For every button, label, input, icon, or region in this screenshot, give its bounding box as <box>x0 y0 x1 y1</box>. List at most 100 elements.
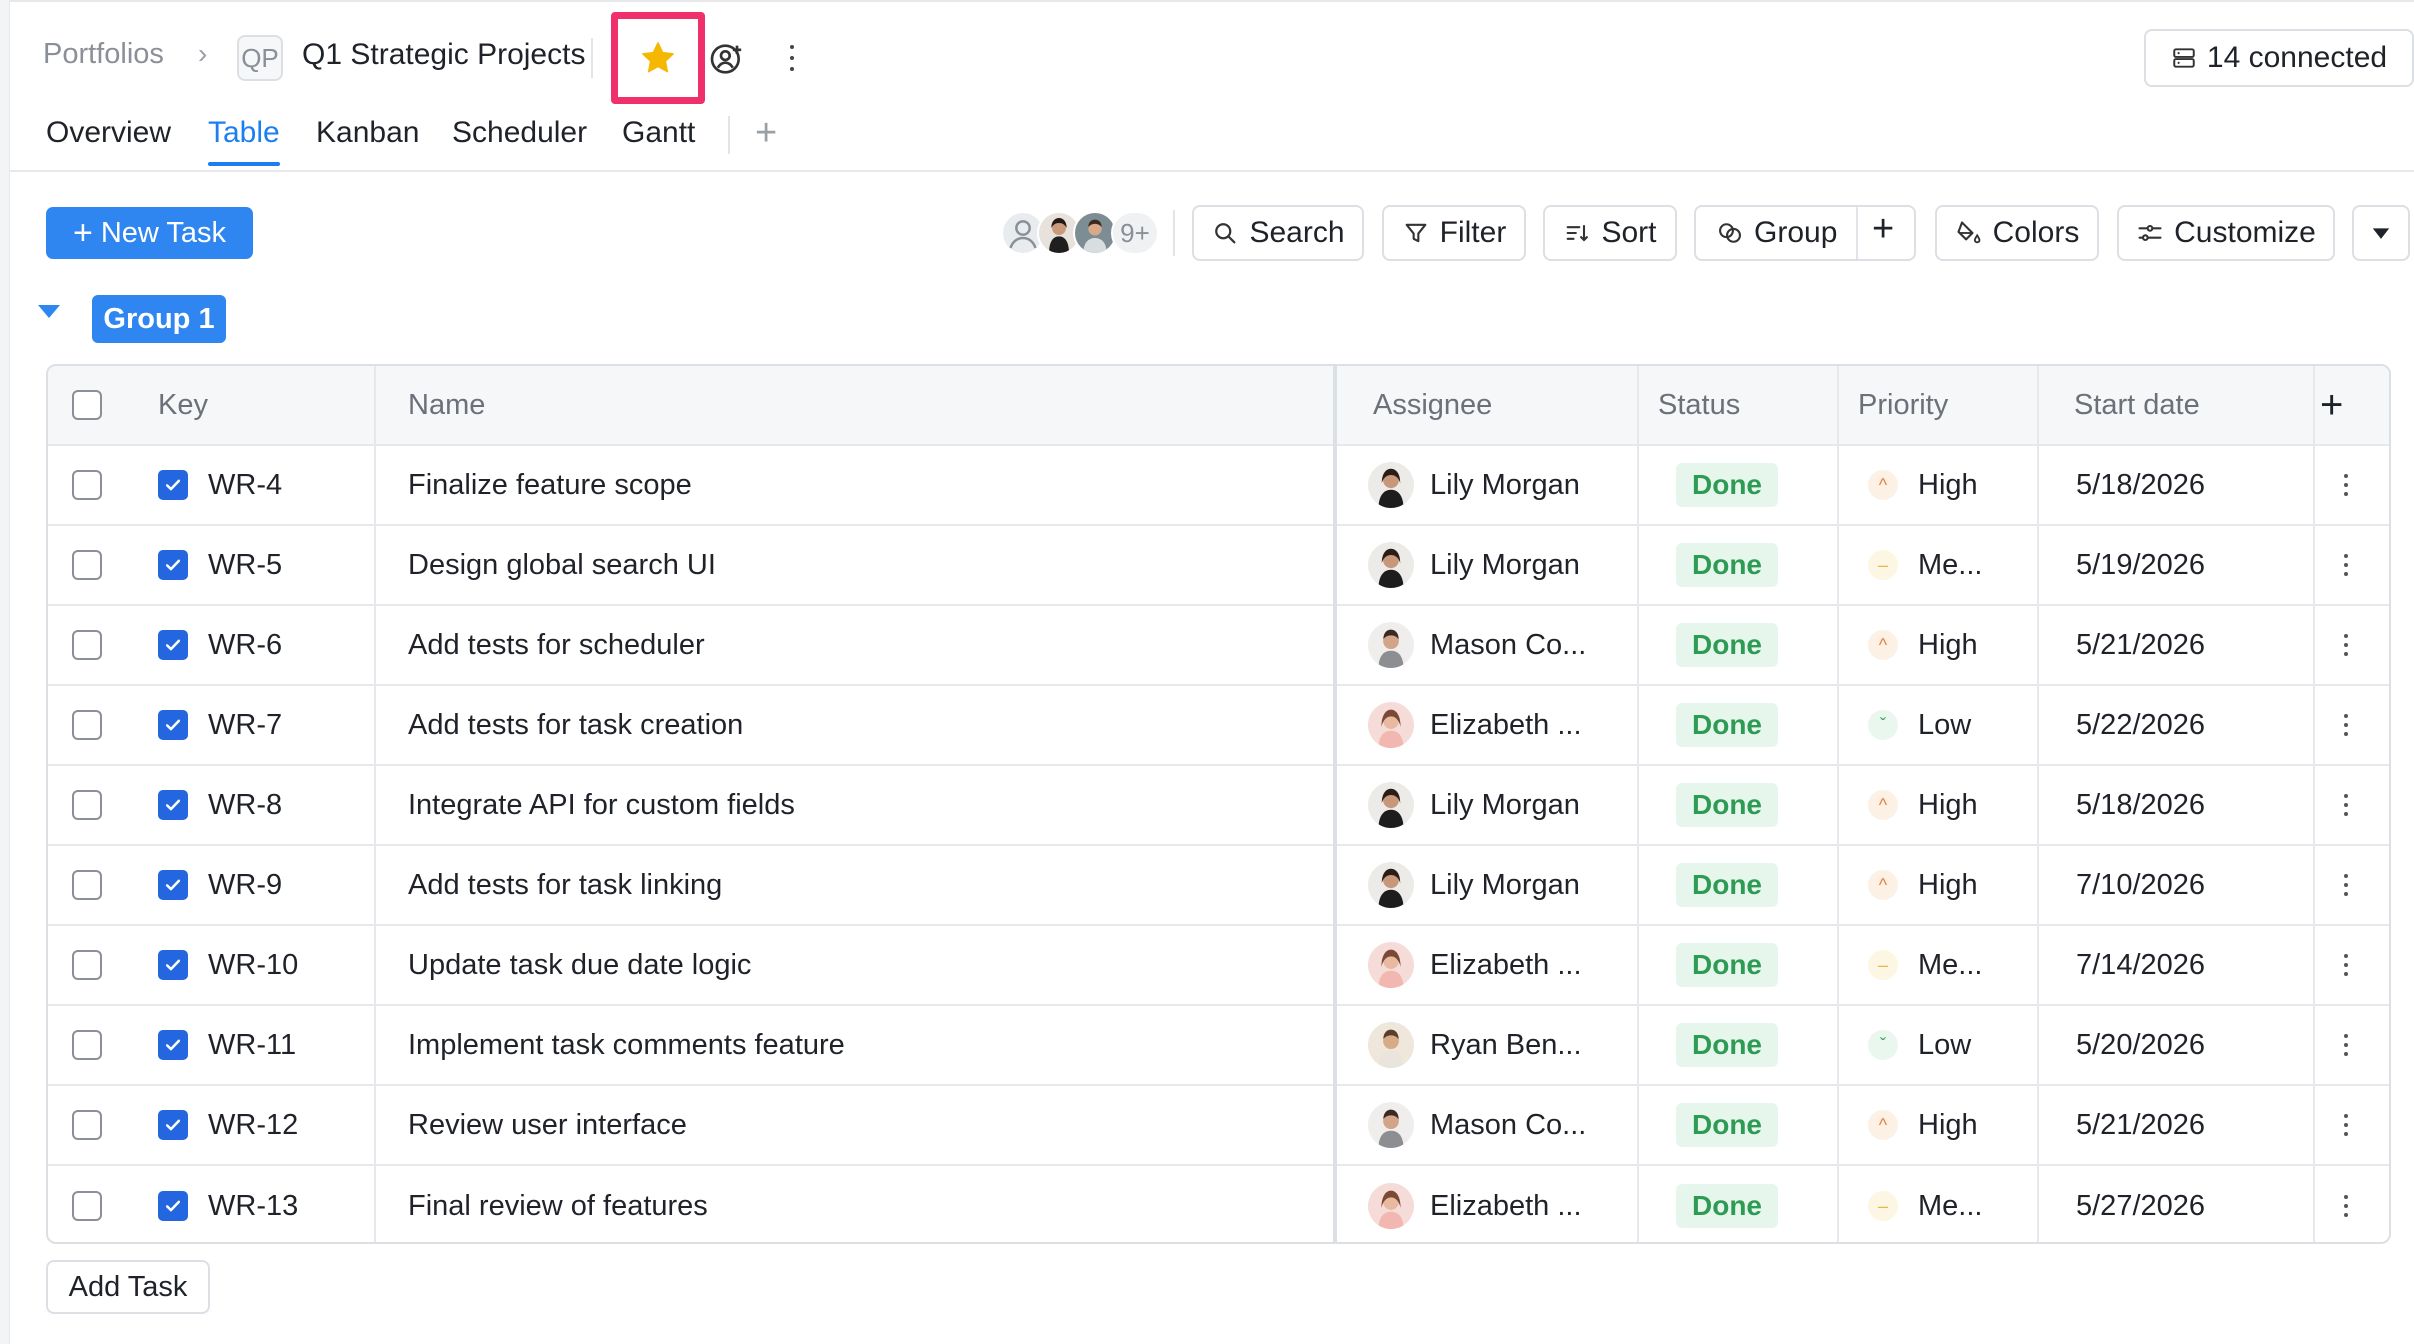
status-cell[interactable]: Done <box>1676 606 1778 684</box>
table-row[interactable]: WR-4 Finalize feature scope Lily Morgan … <box>48 446 2389 526</box>
column-header-start-date[interactable]: Start date <box>2074 366 2200 444</box>
filter-button[interactable]: Filter <box>1382 205 1526 261</box>
row-more-icon[interactable] <box>2334 470 2358 500</box>
assignee-cell[interactable]: Elizabeth ... <box>1368 1166 1582 1242</box>
task-key[interactable]: WR-13 <box>208 1190 298 1223</box>
row-checkbox[interactable] <box>72 1191 102 1221</box>
task-key[interactable]: WR-10 <box>208 949 298 982</box>
status-cell[interactable]: Done <box>1676 1086 1778 1164</box>
row-more-icon[interactable] <box>2334 1110 2358 1140</box>
status-cell[interactable]: Done <box>1676 1166 1778 1242</box>
row-checkbox[interactable] <box>72 950 102 980</box>
task-name[interactable]: Add tests for task linking <box>408 846 722 924</box>
colors-button[interactable]: Colors <box>1935 205 2099 261</box>
tab-table[interactable]: Table <box>208 116 280 166</box>
row-checkbox[interactable] <box>72 870 102 900</box>
sort-button[interactable]: Sort <box>1543 205 1677 261</box>
status-cell[interactable]: Done <box>1676 446 1778 524</box>
row-more-icon[interactable] <box>2334 790 2358 820</box>
task-name[interactable]: Add tests for task creation <box>408 686 743 764</box>
add-column-button[interactable]: + <box>2320 366 2343 444</box>
tab-gantt[interactable]: Gantt <box>622 116 695 164</box>
task-key[interactable]: WR-5 <box>208 549 282 582</box>
task-name[interactable]: Integrate API for custom fields <box>408 766 795 844</box>
table-row[interactable]: WR-8 Integrate API for custom fields Lil… <box>48 766 2389 846</box>
start-date[interactable]: 5/18/2026 <box>2076 766 2205 844</box>
task-name[interactable]: Finalize feature scope <box>408 446 692 524</box>
search-button[interactable]: Search <box>1192 205 1364 261</box>
assignee-cell[interactable]: Elizabeth ... <box>1368 926 1582 1004</box>
row-checkbox[interactable] <box>72 710 102 740</box>
connected-button[interactable]: 14 connected <box>2144 29 2414 87</box>
column-header-key[interactable]: Key <box>158 366 208 444</box>
assignee-cell[interactable]: Lily Morgan <box>1368 526 1580 604</box>
row-more-icon[interactable] <box>2334 870 2358 900</box>
row-checkbox[interactable] <box>72 550 102 580</box>
group-add-button[interactable]: + <box>1872 208 1894 251</box>
status-cell[interactable]: Done <box>1676 686 1778 764</box>
start-date[interactable]: 5/20/2026 <box>2076 1006 2205 1084</box>
table-row[interactable]: WR-6 Add tests for scheduler Mason Co...… <box>48 606 2389 686</box>
select-all-checkbox[interactable] <box>72 390 102 420</box>
status-cell[interactable]: Done <box>1676 846 1778 924</box>
customize-button[interactable]: Customize <box>2117 205 2335 261</box>
table-row[interactable]: WR-7 Add tests for task creation Elizabe… <box>48 686 2389 766</box>
priority-cell[interactable]: – Me... <box>1868 926 1982 1004</box>
start-date[interactable]: 5/21/2026 <box>2076 606 2205 684</box>
column-header-priority[interactable]: Priority <box>1858 366 1948 444</box>
task-key[interactable]: WR-8 <box>208 789 282 822</box>
task-name[interactable]: Review user interface <box>408 1086 687 1164</box>
start-date[interactable]: 5/21/2026 <box>2076 1086 2205 1164</box>
assignee-cell[interactable]: Elizabeth ... <box>1368 686 1582 764</box>
start-date[interactable]: 5/22/2026 <box>2076 686 2205 764</box>
start-date[interactable]: 5/27/2026 <box>2076 1166 2205 1242</box>
row-more-icon[interactable] <box>2334 630 2358 660</box>
row-checkbox[interactable] <box>72 470 102 500</box>
assignee-cell[interactable]: Mason Co... <box>1368 606 1586 684</box>
row-more-icon[interactable] <box>2334 1030 2358 1060</box>
tab-kanban[interactable]: Kanban <box>316 116 419 164</box>
status-cell[interactable]: Done <box>1676 766 1778 844</box>
table-row[interactable]: WR-13 Final review of features Elizabeth… <box>48 1166 2389 1242</box>
project-title[interactable]: Q1 Strategic Projects <box>302 38 585 72</box>
status-cell[interactable]: Done <box>1676 526 1778 604</box>
task-name[interactable]: Final review of features <box>408 1166 708 1242</box>
new-task-button[interactable]: + New Task <box>46 207 253 259</box>
task-name[interactable]: Design global search UI <box>408 526 716 604</box>
add-view-button[interactable]: + <box>755 112 777 155</box>
row-checkbox[interactable] <box>72 1110 102 1140</box>
task-key[interactable]: WR-7 <box>208 709 282 742</box>
column-header-status[interactable]: Status <box>1658 366 1740 444</box>
add-task-button[interactable]: Add Task <box>46 1260 210 1314</box>
column-header-name[interactable]: Name <box>408 366 485 444</box>
favorite-star-button[interactable] <box>611 12 705 104</box>
breadcrumb-portfolios-link[interactable]: Portfolios <box>43 38 164 71</box>
priority-cell[interactable]: ^ High <box>1868 1086 1978 1164</box>
row-more-icon[interactable] <box>2334 1191 2358 1221</box>
task-key[interactable]: WR-12 <box>208 1109 298 1142</box>
priority-cell[interactable]: ^ High <box>1868 846 1978 924</box>
task-key[interactable]: WR-11 <box>208 1029 296 1062</box>
task-name[interactable]: Implement task comments feature <box>408 1006 845 1084</box>
start-date[interactable]: 5/18/2026 <box>2076 446 2205 524</box>
task-name[interactable]: Update task due date logic <box>408 926 751 1004</box>
row-checkbox[interactable] <box>72 790 102 820</box>
priority-cell[interactable]: – Me... <box>1868 526 1982 604</box>
task-key[interactable]: WR-9 <box>208 869 282 902</box>
table-row[interactable]: WR-10 Update task due date logic Elizabe… <box>48 926 2389 1006</box>
status-cell[interactable]: Done <box>1676 1006 1778 1084</box>
toolbar-dropdown-button[interactable] <box>2352 205 2410 261</box>
tab-overview[interactable]: Overview <box>46 116 171 164</box>
more-options-icon[interactable] <box>780 40 804 76</box>
task-key[interactable]: WR-4 <box>208 469 282 502</box>
priority-cell[interactable]: ^ High <box>1868 766 1978 844</box>
table-row[interactable]: WR-12 Review user interface Mason Co... … <box>48 1086 2389 1166</box>
assignee-cell[interactable]: Lily Morgan <box>1368 846 1580 924</box>
task-name[interactable]: Add tests for scheduler <box>408 606 705 684</box>
group-badge[interactable]: Group 1 <box>92 295 226 343</box>
start-date[interactable]: 5/19/2026 <box>2076 526 2205 604</box>
start-date[interactable]: 7/14/2026 <box>2076 926 2205 1004</box>
table-row[interactable]: WR-11 Implement task comments feature Ry… <box>48 1006 2389 1086</box>
collapse-caret-icon[interactable] <box>38 305 60 318</box>
assignee-cell[interactable]: Ryan Ben... <box>1368 1006 1582 1084</box>
